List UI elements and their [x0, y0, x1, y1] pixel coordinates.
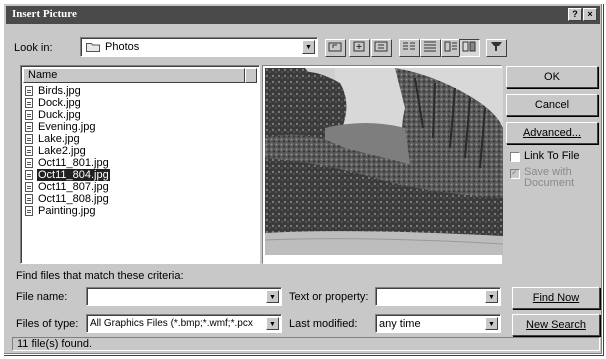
create-new-folder-icon[interactable]: [371, 39, 392, 57]
image-file-icon: [25, 98, 33, 108]
file-list-item[interactable]: Birds.jpg: [25, 85, 110, 97]
folder-icon: [86, 42, 100, 52]
file-name-combo[interactable]: ▼: [86, 287, 282, 306]
file-list-item[interactable]: Dock.jpg: [25, 97, 110, 109]
details-view-icon[interactable]: [420, 39, 441, 57]
file-name-text: Duck.jpg: [38, 109, 81, 121]
files-of-type-combo[interactable]: All Graphics Files (*.bmp;*.wmf;*.pcx ▼: [86, 314, 282, 333]
file-name-text: Birds.jpg: [38, 85, 81, 97]
file-name-text: Oct11_808.jpg: [38, 193, 109, 205]
image-file-icon: [25, 158, 33, 168]
chevron-down-icon[interactable]: ▼: [485, 290, 498, 303]
title-bar[interactable]: Insert Picture ? ×: [6, 6, 600, 24]
file-name-text: Oct11_801.jpg: [38, 157, 109, 169]
file-list-item[interactable]: Lake2.jpg: [25, 145, 110, 157]
status-text: 11 file(s) found.: [17, 338, 93, 350]
preview-image: [264, 68, 504, 255]
close-button[interactable]: ×: [583, 8, 597, 21]
window-title: Insert Picture: [12, 8, 77, 20]
image-file-icon: [25, 182, 33, 192]
file-list-item[interactable]: Oct11_807.jpg: [25, 181, 110, 193]
look-in-value: Photos: [105, 41, 140, 53]
file-list-item[interactable]: Oct11_801.jpg: [25, 157, 110, 169]
file-rows: Birds.jpg Dock.jpg Duck.jpg Evening.jpg Lake…: [25, 85, 110, 217]
last-modified-label: Last modified:: [289, 318, 358, 330]
image-file-icon: [25, 206, 33, 216]
new-search-button-label: New Search: [526, 319, 586, 331]
advanced-button[interactable]: Advanced...: [506, 122, 598, 144]
file-list[interactable]: Name Birds.jpg Dock.jpg Duck.jpg Evening.jp…: [20, 65, 260, 264]
cancel-button[interactable]: Cancel: [506, 94, 598, 116]
last-modified-value: any time: [379, 318, 421, 330]
find-now-button-label: Find Now: [532, 292, 580, 304]
up-one-level-icon[interactable]: [325, 39, 346, 57]
ok-button[interactable]: OK: [506, 66, 598, 88]
look-in-combo[interactable]: Photos ▼: [80, 37, 318, 57]
link-to-file-checkbox[interactable]: [510, 152, 520, 162]
help-button[interactable]: ?: [568, 8, 582, 21]
files-of-type-label: Files of type:: [16, 318, 79, 330]
file-name-text: Oct11_804.jpg: [37, 169, 110, 181]
file-list-item[interactable]: Duck.jpg: [25, 109, 110, 121]
save-with-document-label: Save with Document: [524, 166, 575, 189]
list-view-icon[interactable]: [399, 39, 420, 57]
file-list-item[interactable]: Oct11_804.jpg: [25, 169, 110, 181]
chevron-down-icon[interactable]: ▼: [302, 40, 315, 54]
link-to-file-label: Link To File: [524, 150, 580, 162]
look-in-favorites-icon[interactable]: [349, 39, 370, 57]
chevron-down-icon[interactable]: ▼: [266, 290, 279, 303]
new-search-button[interactable]: New Search: [512, 314, 600, 336]
name-column-header-label: Name: [28, 69, 58, 81]
file-name-text: Painting.jpg: [38, 205, 96, 217]
chevron-down-icon[interactable]: ▼: [485, 317, 498, 330]
file-list-item[interactable]: Oct11_808.jpg: [25, 193, 110, 205]
checkmark-icon: ✓: [511, 167, 519, 177]
file-name-text: Lake2.jpg: [38, 145, 86, 157]
file-name-text: Lake.jpg: [38, 133, 80, 145]
image-file-icon: [25, 170, 33, 180]
file-list-item[interactable]: Evening.jpg: [25, 121, 110, 133]
status-bar: 11 file(s) found.: [12, 337, 600, 351]
advanced-button-label: Advanced...: [522, 127, 582, 139]
column-header-filler: [245, 68, 257, 83]
save-with-document-checkbox: ✓: [510, 167, 520, 179]
last-modified-combo[interactable]: any time ▼: [375, 314, 501, 333]
image-file-icon: [25, 110, 33, 120]
preview-view-icon[interactable]: [459, 39, 480, 57]
file-name-text: Evening.jpg: [38, 121, 96, 133]
image-file-icon: [25, 194, 33, 204]
insert-picture-dialog: Insert Picture ? × Look in: Photos ▼ Nam…: [3, 3, 603, 355]
text-property-label: Text or property:: [289, 291, 369, 303]
image-file-icon: [25, 146, 33, 156]
text-property-combo[interactable]: ▼: [375, 287, 501, 306]
criteria-label: Find files that match these criteria:: [16, 270, 184, 282]
commands-and-settings-icon[interactable]: [486, 39, 507, 57]
find-now-button[interactable]: Find Now: [512, 287, 600, 309]
image-file-icon: [25, 134, 33, 144]
preview-pane: [262, 65, 504, 264]
file-name-text: Dock.jpg: [38, 97, 81, 109]
file-list-item[interactable]: Lake.jpg: [25, 133, 110, 145]
image-file-icon: [25, 86, 33, 96]
files-of-type-value: All Graphics Files (*.bmp;*.wmf;*.pcx: [90, 318, 253, 329]
name-column-header[interactable]: Name: [23, 68, 245, 83]
image-file-icon: [25, 122, 33, 132]
look-in-label: Look in:: [14, 42, 53, 54]
file-name-text: Oct11_807.jpg: [38, 181, 109, 193]
file-list-item[interactable]: Painting.jpg: [25, 205, 110, 217]
file-name-label: File name:: [16, 291, 68, 303]
chevron-down-icon[interactable]: ▼: [266, 317, 279, 330]
